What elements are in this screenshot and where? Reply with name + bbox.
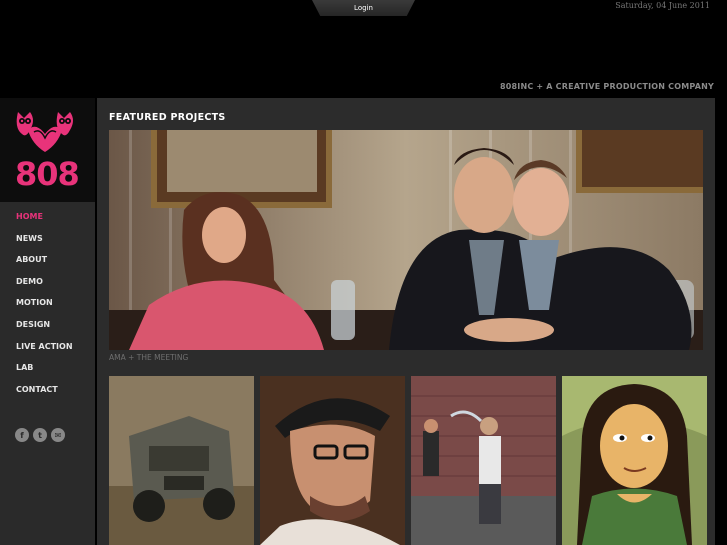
facebook-icon[interactable]: f	[15, 428, 29, 442]
current-date: Saturday, 04 June 2011	[615, 1, 710, 10]
owl-logo-icon	[16, 112, 73, 152]
twitter-icon[interactable]: t	[33, 428, 47, 442]
thumbnail-mona-lisa-cartoon[interactable]	[562, 376, 707, 545]
main-content: FEATURED PROJECTS AMA + THE MEETING	[97, 98, 715, 545]
social-links: f t ✉	[15, 428, 65, 442]
nav-item-about[interactable]: ABOUT	[0, 249, 95, 271]
nav-item-news[interactable]: NEWS	[0, 228, 95, 250]
nav-item-demo[interactable]: DEMO	[0, 271, 95, 293]
nav-item-live-action[interactable]: LIVE ACTION	[0, 336, 95, 358]
nav-item-design[interactable]: DESIGN	[0, 314, 95, 336]
nav-item-contact[interactable]: CONTACT	[0, 379, 95, 401]
feature-caption: AMA + THE MEETING	[109, 353, 189, 362]
company-tagline: 808INC + A CREATIVE PRODUCTION COMPANY	[499, 82, 714, 91]
nav-item-lab[interactable]: LAB	[0, 357, 95, 379]
section-title: FEATURED PROJECTS	[109, 112, 226, 123]
nav-item-home[interactable]: HOME	[0, 206, 95, 228]
thumbnail-armored-truck[interactable]	[109, 376, 254, 545]
main-nav: HOME NEWS ABOUT DEMO MOTION DESIGN LIVE …	[0, 206, 95, 400]
nav-item-motion[interactable]: MOTION	[0, 292, 95, 314]
login-button[interactable]: Login	[312, 0, 415, 16]
sidebar: 808 HOME NEWS ABOUT DEMO MOTION DESIGN L…	[0, 98, 95, 545]
logo[interactable]: 808	[0, 98, 95, 202]
thumbnail-street-dancers[interactable]	[411, 376, 556, 545]
thumbnail-man-in-hat[interactable]	[260, 376, 405, 545]
featured-image[interactable]	[109, 130, 703, 350]
email-icon[interactable]: ✉	[51, 428, 65, 442]
logo-text: 808	[15, 155, 80, 193]
